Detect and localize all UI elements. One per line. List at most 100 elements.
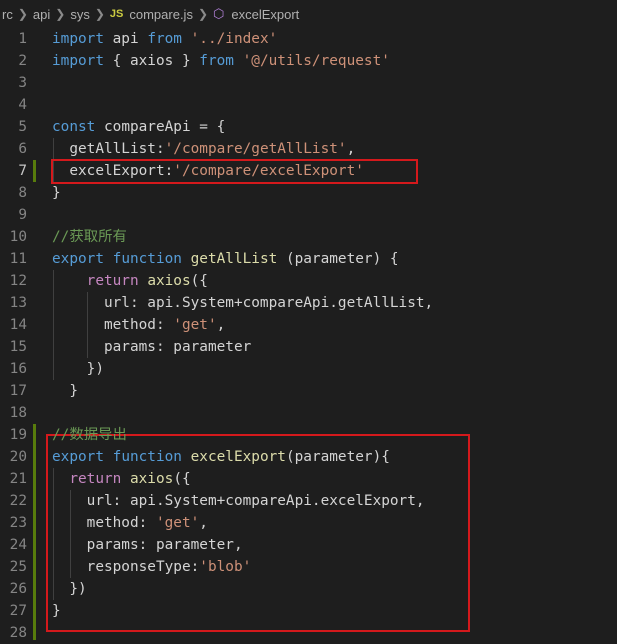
- line-number: 28: [9, 625, 27, 641]
- code-line[interactable]: 14 method: 'get',: [0, 314, 617, 336]
- code-line[interactable]: 8}: [0, 182, 617, 204]
- code-line[interactable]: 19 //数据导出: [0, 424, 617, 446]
- code-text: }): [52, 358, 104, 380]
- breadcrumb-folder-api[interactable]: api: [31, 7, 52, 22]
- code-line[interactable]: 11 export function getAllList (parameter)…: [0, 248, 617, 270]
- line-number: 2: [18, 53, 27, 69]
- code-text: }: [52, 380, 78, 402]
- line-number: 11: [9, 251, 27, 267]
- code-token: axios: [147, 273, 191, 289]
- code-token: url: api.System+compareApi.getAllList,: [52, 295, 434, 311]
- chevron-right-icon: ❯: [94, 7, 105, 21]
- code-line[interactable]: 1 import api from '../index': [0, 28, 617, 50]
- line-number: 13: [9, 295, 27, 311]
- code-token: from: [147, 31, 182, 47]
- code-token: }): [52, 361, 104, 377]
- code-line[interactable]: 22 url: api.System+compareApi.excelExpor…: [0, 490, 617, 512]
- breadcrumb: rc ❯ api ❯ sys ❯ JS compare.js ❯ ⬡ excel…: [0, 0, 617, 28]
- js-file-icon: JS: [109, 8, 124, 20]
- code-line[interactable]: 13 url: api.System+compareApi.getAllList…: [0, 292, 617, 314]
- code-token: excelExport:: [52, 163, 174, 179]
- line-number: 17: [9, 383, 27, 399]
- code-line[interactable]: 20 export function excelExport(parameter)…: [0, 446, 617, 468]
- code-line[interactable]: 9: [0, 204, 617, 226]
- code-token: params: parameter: [52, 339, 252, 355]
- line-number: 12: [9, 273, 27, 289]
- line-number: 26: [9, 581, 27, 597]
- code-text: }: [52, 600, 61, 622]
- code-token: url: api.System+compareApi.excelExport,: [52, 493, 425, 509]
- code-line[interactable]: 5 const compareApi = {: [0, 116, 617, 138]
- code-line[interactable]: 10 //获取所有: [0, 226, 617, 248]
- code-token: method:: [52, 515, 156, 531]
- chevron-right-icon: ❯: [55, 7, 66, 21]
- code-text: import { axios } from '@/utils/request': [52, 50, 390, 72]
- code-token: '/compare/getAllList': [164, 141, 347, 157]
- line-number: 5: [18, 119, 27, 135]
- code-token: const: [52, 119, 96, 135]
- code-token: import: [52, 53, 104, 69]
- code-token: return: [69, 471, 122, 487]
- code-line[interactable]: 17 }: [0, 380, 617, 402]
- code-text: method: 'get',: [52, 314, 225, 336]
- line-number: 27: [9, 603, 27, 619]
- line-number: 19: [9, 427, 27, 443]
- code-line[interactable]: 24 params: parameter,: [0, 534, 617, 556]
- code-text: excelExport:'/compare/excelExport': [52, 160, 364, 182]
- breadcrumb-symbol[interactable]: excelExport: [229, 7, 301, 22]
- breadcrumb-folder-src[interactable]: rc: [0, 7, 15, 22]
- code-editor[interactable]: 1 import api from '../index' 2 import { axi…: [0, 28, 617, 641]
- code-token: excelExport: [190, 449, 286, 465]
- breadcrumb-folder-sys[interactable]: sys: [68, 7, 92, 22]
- code-token: compareApi = {: [95, 119, 226, 135]
- code-line[interactable]: 3: [0, 72, 617, 94]
- code-token: }): [52, 581, 87, 597]
- code-line[interactable]: 21 return axios({: [0, 468, 617, 490]
- line-number: 9: [18, 207, 27, 223]
- code-line[interactable]: 12 return axios({: [0, 270, 617, 292]
- code-line[interactable]: 15 params: parameter: [0, 336, 617, 358]
- code-line[interactable]: 2 import { axios } from '@/utils/request': [0, 50, 617, 72]
- code-line[interactable]: 18: [0, 402, 617, 424]
- code-token: 'blob': [199, 559, 252, 575]
- code-token: ({: [173, 471, 191, 487]
- code-line[interactable]: 27}: [0, 600, 617, 622]
- code-token: ({: [190, 273, 208, 289]
- line-number: 15: [9, 339, 27, 355]
- code-text: //获取所有: [52, 226, 127, 248]
- code-line[interactable]: 28: [0, 622, 617, 644]
- code-line[interactable]: 4: [0, 94, 617, 116]
- code-line[interactable]: 16 }): [0, 358, 617, 380]
- code-token: ,: [216, 317, 226, 333]
- code-text: method: 'get',: [52, 512, 208, 534]
- code-text: const compareApi = {: [52, 116, 225, 138]
- code-line[interactable]: 6 getAllList:'/compare/getAllList',: [0, 138, 617, 160]
- code-text: }): [52, 578, 87, 600]
- symbol-method-icon: ⬡: [213, 6, 225, 21]
- line-number: 6: [18, 141, 27, 157]
- code-token: function: [112, 251, 182, 267]
- line-number: 7: [18, 163, 27, 179]
- breadcrumb-file[interactable]: compare.js: [127, 7, 195, 22]
- code-token: ,: [199, 515, 208, 531]
- code-line[interactable]: 23 method: 'get',: [0, 512, 617, 534]
- code-line[interactable]: 7 excelExport:'/compare/excelExport': [0, 160, 617, 182]
- code-line[interactable]: 25 responseType:'blob': [0, 556, 617, 578]
- code-token: { axios }: [103, 53, 200, 69]
- line-number: 14: [9, 317, 27, 333]
- code-token: }: [52, 603, 61, 619]
- code-token: '@/utils/request': [242, 53, 390, 69]
- code-token: '../index': [190, 31, 278, 47]
- code-text: return axios({: [52, 270, 208, 292]
- code-line[interactable]: 26 }): [0, 578, 617, 600]
- code-token: responseType:: [52, 559, 200, 575]
- line-number: 18: [9, 405, 27, 421]
